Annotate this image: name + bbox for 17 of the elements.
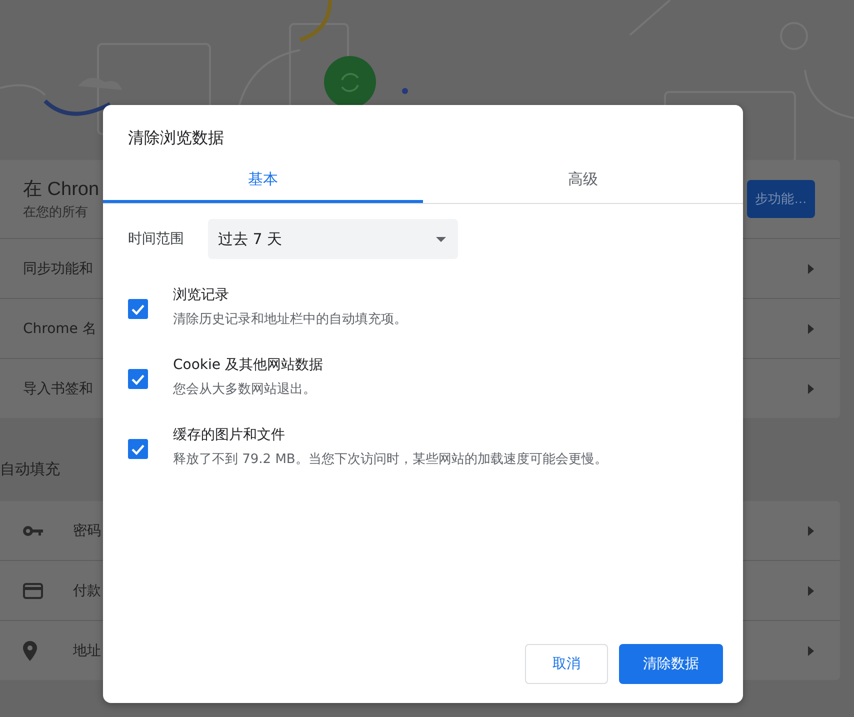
option-title: 浏览记录	[173, 286, 230, 305]
dialog-title: 清除浏览数据	[127, 127, 225, 149]
row-label: 付款	[73, 582, 102, 600]
heading: 在 Chron	[23, 178, 100, 202]
row-label: Chrome 名	[23, 320, 96, 338]
row-label: 密码	[73, 522, 102, 540]
row-label: 同步功能和	[23, 260, 93, 278]
option-description: 清除历史记录和地址栏中的自动填充项。	[173, 311, 407, 329]
option-title: Cookie 及其他网站数据	[173, 356, 323, 375]
subtitle: 在您的所有	[23, 204, 89, 222]
option-description: 您会从大多数网站退出。	[173, 381, 317, 399]
field-label: 时间范围	[128, 230, 185, 248]
row-label: 导入书签和	[23, 380, 93, 398]
option-title: 缓存的图片和文件	[173, 426, 286, 445]
section-title: 自动填充	[0, 460, 60, 479]
option-description: 释放了不到 79.2 MB。当您下次访问时，某些网站的加载速度可能会更慢。	[173, 451, 608, 469]
row-label: 地址	[73, 642, 102, 660]
